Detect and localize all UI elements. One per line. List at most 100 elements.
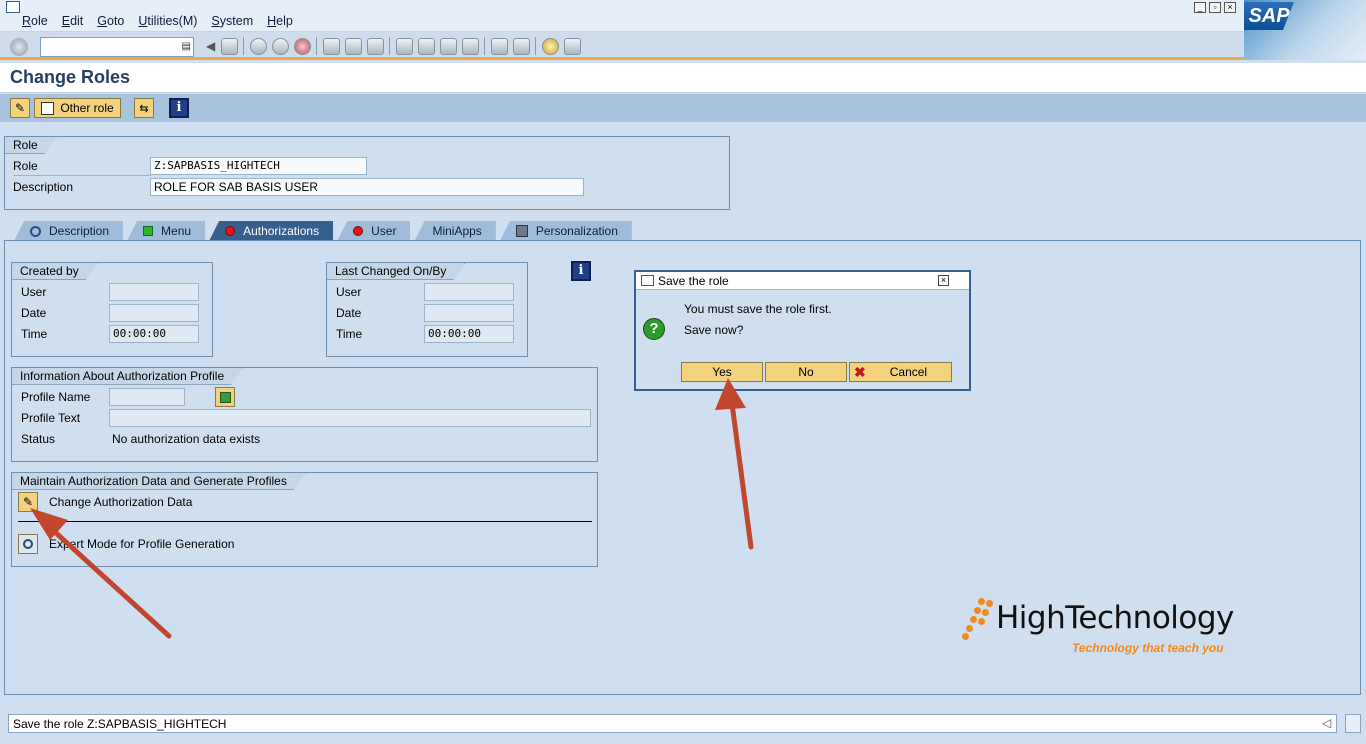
red-status-icon [353, 226, 364, 236]
close-icon[interactable]: × [938, 275, 949, 286]
cancel-label: Cancel [889, 365, 928, 379]
tab-miniapps-label: MiniApps [432, 224, 482, 238]
personalization-icon [515, 225, 528, 237]
shortcut-icon[interactable] [513, 37, 530, 55]
find-next-icon[interactable] [367, 37, 384, 55]
toolbar-separator [535, 37, 536, 55]
dialog-window-icon [641, 275, 654, 286]
tab-description[interactable]: Description [14, 221, 124, 241]
find-icon[interactable] [345, 37, 362, 55]
sap-logo-text: SAP [1244, 2, 1294, 30]
hierarchy-button[interactable]: ⇆ [134, 98, 154, 118]
minimize-icon[interactable]: _ [1194, 2, 1206, 13]
created-by-group: Created by User Date Time 00:00:00 [11, 262, 213, 357]
changed-time-label: Time [336, 327, 363, 341]
tab-personalization[interactable]: Personalization [499, 221, 632, 241]
help-icon[interactable] [542, 37, 559, 55]
sap-logo: SAP [1244, 0, 1366, 60]
first-page-icon[interactable] [396, 37, 413, 55]
label-underline [13, 175, 151, 176]
expert-mode-button[interactable] [18, 534, 38, 554]
back-nav-icon[interactable] [250, 37, 267, 55]
profile-name-field [109, 388, 185, 406]
close-icon[interactable]: × [1224, 2, 1236, 13]
status-label: Status [21, 432, 56, 446]
toolbar-separator [243, 37, 244, 55]
description-field[interactable]: ROLE FOR SAB BASIS USER [150, 178, 584, 196]
tab-menu-label: Menu [161, 224, 192, 238]
command-history-icon[interactable]: ▤ [182, 41, 191, 52]
back-icon[interactable]: ◀ [206, 38, 216, 55]
red-status-icon [225, 226, 236, 236]
cancel-x-icon: ✖ [854, 363, 866, 380]
role-label: Role [13, 159, 38, 173]
last-page-icon[interactable] [462, 37, 479, 55]
print-icon[interactable] [323, 37, 340, 55]
logo-name: HighTechnology [996, 600, 1234, 636]
info-icon[interactable]: i [571, 261, 591, 281]
menu-goto[interactable]: Goto [97, 14, 124, 28]
cancel-icon[interactable] [294, 37, 311, 55]
changed-user-label: User [336, 285, 362, 299]
new-session-icon[interactable] [491, 37, 508, 55]
prev-page-icon[interactable] [418, 37, 435, 55]
profile-detail-button[interactable] [215, 387, 235, 407]
page-title: Change Roles [10, 67, 131, 87]
save-icon[interactable] [221, 37, 238, 55]
auth-profile-title: Information About Authorization Profile [12, 368, 243, 385]
changed-date-label: Date [336, 306, 362, 320]
status-expand-icon[interactable]: ◁ [1322, 716, 1331, 730]
display-change-button[interactable]: ✎ [10, 98, 30, 118]
green-status-icon [143, 226, 154, 236]
dialog-title: Save the role [658, 274, 729, 288]
menu-help[interactable]: Help [267, 14, 293, 28]
info-icon[interactable]: i [169, 98, 189, 118]
changed-user-field [424, 283, 514, 301]
menu-role[interactable]: Role [22, 14, 48, 28]
toolbar-separator [316, 37, 317, 55]
command-field[interactable]: ▤ [40, 37, 194, 57]
tab-miniapps[interactable]: MiniApps [414, 221, 496, 241]
role-field[interactable]: Z:SAPBASIS_HIGHTECH [150, 157, 367, 175]
change-authorization-button[interactable]: ✎ [18, 492, 38, 512]
status-bar: Save the role Z:SAPBASIS_HIGHTECH ◁ [0, 706, 1366, 744]
toolbar-separator [484, 37, 485, 55]
status-message-text: Save the role Z:SAPBASIS_HIGHTECH [13, 717, 227, 731]
layout-icon[interactable] [564, 37, 581, 55]
application-toolbar: ✎ Other role ⇆ i [0, 94, 1366, 122]
tab-menu[interactable]: Menu [127, 221, 206, 241]
created-by-title: Created by [12, 263, 98, 280]
status-message: Save the role Z:SAPBASIS_HIGHTECH [8, 714, 1337, 733]
tab-description-label: Description [49, 224, 110, 238]
cancel-button[interactable]: ✖ Cancel [849, 362, 952, 382]
no-button[interactable]: No [765, 362, 847, 382]
other-role-button[interactable]: Other role [34, 98, 121, 118]
save-role-dialog: Save the role × ? You must save the role… [634, 270, 971, 391]
last-changed-title: Last Changed On/By [327, 263, 465, 280]
enter-icon[interactable] [10, 38, 28, 56]
toolbar-separator [389, 37, 390, 55]
yes-button[interactable]: Yes [681, 362, 763, 382]
created-date-field [109, 304, 199, 322]
other-role-label: Other role [60, 101, 114, 115]
next-page-icon[interactable] [440, 37, 457, 55]
change-authorization-label: Change Authorization Data [49, 495, 193, 509]
magnifier-icon [30, 225, 41, 237]
restore-icon[interactable]: ▫ [1209, 2, 1221, 13]
tab-user[interactable]: User [337, 221, 411, 241]
exit-icon[interactable] [272, 37, 289, 55]
description-label: Description [13, 180, 74, 194]
logo-mark-icon [960, 598, 994, 640]
hierarchy-icon: ⇆ [139, 102, 149, 115]
menu-utilities[interactable]: Utilities(M) [138, 14, 197, 28]
menu-system[interactable]: System [211, 14, 253, 28]
window-menu-icon[interactable] [6, 1, 20, 13]
last-changed-group: Last Changed On/By User Date Time 00:00:… [326, 262, 528, 357]
tab-authorizations[interactable]: Authorizations [209, 221, 334, 241]
status-grip-icon[interactable] [1345, 714, 1361, 733]
tab-user-label: User [371, 224, 397, 238]
dialog-body: ? You must save the role first. Save now… [636, 290, 969, 389]
menu-edit[interactable]: Edit [62, 14, 84, 28]
divider [18, 521, 592, 522]
logo-tagline: Technology that teach you [1072, 641, 1224, 655]
